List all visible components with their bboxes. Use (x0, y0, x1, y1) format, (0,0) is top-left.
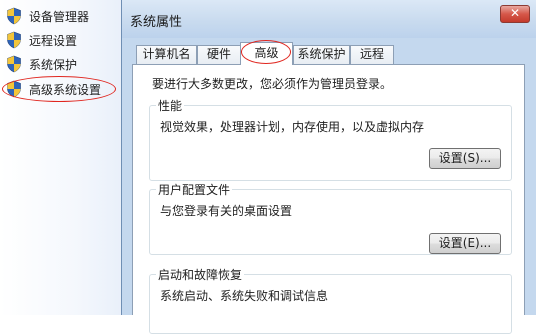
user-profiles-settings-button[interactable]: 设置(E)... (429, 233, 501, 254)
tab-label: 远程 (359, 47, 384, 61)
tab-advanced[interactable]: 高级 (240, 42, 293, 65)
window-title: 系统属性 (130, 15, 183, 30)
close-icon: ✕ (509, 6, 521, 20)
tab-label: 高级 (254, 46, 279, 60)
sidebar-item-system-protection[interactable]: 系统保护 (6, 54, 77, 74)
sidebar-item-label: 设备管理器 (29, 9, 90, 24)
admin-note: 要进行大多数更改，您必须作为管理员登录。 (152, 77, 393, 91)
user-profiles-group-label: 用户配置文件 (156, 181, 233, 198)
user-profiles-group: 用户配置文件 与您登录有关的桌面设置 设置(E)... (149, 181, 512, 255)
user-profiles-description: 与您登录有关的桌面设置 (160, 204, 293, 218)
tab-system-protection[interactable]: 系统保护 (293, 45, 350, 64)
startup-recovery-group: 启动和故障恢复 系统启动、系统失败和调试信息 (149, 266, 512, 334)
tab-label: 系统保护 (297, 47, 346, 61)
sidebar-item-label: 系统保护 (29, 57, 78, 72)
sidebar-item-device-manager[interactable]: 设备管理器 (6, 6, 89, 26)
performance-description: 视觉效果，处理器计划，内存使用，以及虚拟内存 (160, 120, 425, 134)
tab-hardware[interactable]: 硬件 (197, 45, 241, 64)
control-panel-sidebar: 设备管理器 远程设置 系统保护 高级系统设置 (0, 0, 122, 315)
window-titlebar[interactable]: 系统属性 ✕ (122, 0, 536, 38)
close-button[interactable]: ✕ (500, 5, 530, 23)
uac-shield-icon (7, 31, 21, 49)
performance-group-label: 性能 (156, 97, 185, 114)
sidebar-item-label: 远程设置 (29, 33, 78, 48)
uac-shield-icon (7, 55, 21, 73)
performance-group: 性能 视觉效果，处理器计划，内存使用，以及虚拟内存 设置(S)... (149, 97, 512, 181)
sidebar-item-remote-settings[interactable]: 远程设置 (6, 30, 77, 50)
tab-remote[interactable]: 远程 (350, 45, 394, 64)
advanced-tab-panel: 要进行大多数更改，您必须作为管理员登录。 性能 视觉效果，处理器计划，内存使用，… (132, 64, 525, 334)
startup-recovery-group-label: 启动和故障恢复 (156, 266, 245, 283)
tab-label: 计算机名 (142, 47, 191, 61)
uac-shield-icon (7, 80, 21, 98)
sidebar-item-label: 高级系统设置 (29, 82, 102, 97)
startup-recovery-description: 系统启动、系统失败和调试信息 (160, 289, 329, 303)
tab-label: 硬件 (206, 47, 231, 61)
sidebar-item-advanced-system-settings[interactable]: 高级系统设置 (6, 79, 101, 99)
tab-computer-name[interactable]: 计算机名 (136, 45, 197, 64)
performance-settings-button[interactable]: 设置(S)... (429, 148, 501, 169)
uac-shield-icon (7, 7, 21, 25)
